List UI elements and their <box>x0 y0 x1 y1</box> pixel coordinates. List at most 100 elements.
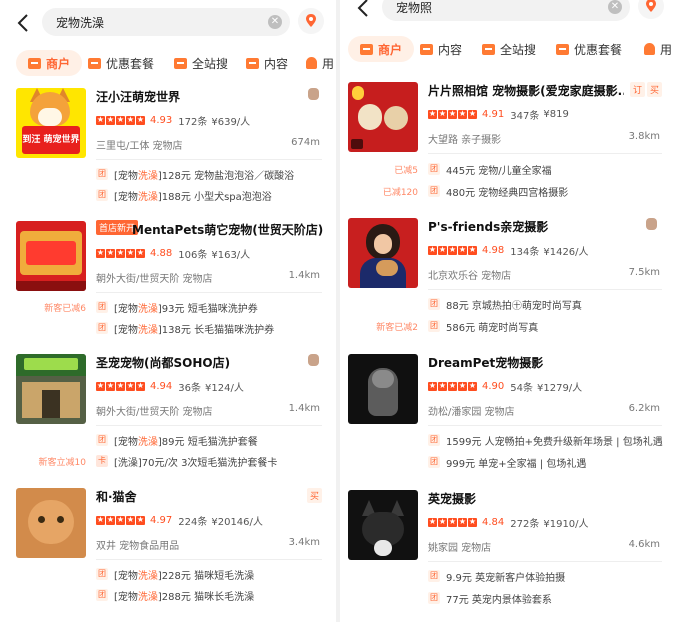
shop-photo[interactable] <box>16 488 86 558</box>
avg-price: ¥819 <box>543 108 569 120</box>
tab-site-search[interactable]: 全站搜 <box>174 50 228 76</box>
tab-merchants[interactable]: 商户 <box>348 36 415 62</box>
clear-icon[interactable]: ✕ <box>268 15 282 29</box>
buy-badge: 买 <box>307 488 323 503</box>
search-input[interactable]: 宠物照 ✕ <box>382 0 630 21</box>
tab-users[interactable]: 用 <box>644 36 672 62</box>
tab-label: 商户 <box>378 42 403 57</box>
tab-label: 商户 <box>46 56 71 71</box>
tab-label: 用 <box>660 42 673 57</box>
back-arrow-icon[interactable] <box>12 11 36 35</box>
owl-badge-icon <box>646 218 657 230</box>
deal-text: ]138元 长毛猫猫咪洗护券 <box>157 324 275 336</box>
star-rating-icon <box>428 381 478 391</box>
tab-site-search[interactable]: 全站搜 <box>482 36 536 62</box>
location-pin-icon[interactable] <box>298 8 324 34</box>
deal-highlight: 洗澡 <box>137 303 158 315</box>
shop-photo[interactable] <box>16 354 86 424</box>
deal-text: 445元 宠物/儿童全家福 <box>446 165 552 177</box>
group-buy-icon: 团 <box>428 163 440 175</box>
tab-label: 全站搜 <box>192 56 229 71</box>
tab-deals[interactable]: 优惠套餐 <box>88 50 154 76</box>
shop-photo[interactable] <box>348 490 418 560</box>
deal-item[interactable]: 团 9.9元 英宠新客户体验拍摄 <box>428 568 565 584</box>
deal-item[interactable]: 团 77元 英宠内景体验套系 <box>428 590 552 606</box>
deal-item[interactable]: 团 [宠物 洗澡]228元 猫咪短毛洗澡 <box>96 566 254 582</box>
group-buy-icon: 团 <box>96 434 108 446</box>
deal-text: ]128元 宠物盐泡泡浴／碳酸浴 <box>157 170 295 182</box>
review-count: 134条 <box>510 246 540 258</box>
tab-content[interactable]: 内容 <box>420 36 462 62</box>
rating-row: 4.94 36条 ¥124/人 <box>96 379 248 394</box>
shop-name[interactable]: 和·猫舍 <box>96 488 296 506</box>
shop-name[interactable]: P's-friends亲宠摄影 <box>428 218 628 236</box>
distance: 1.4km <box>288 270 320 281</box>
score: 4.93 <box>150 114 173 126</box>
search-input[interactable]: 宠物洗澡 ✕ <box>42 8 290 36</box>
location-pin-icon[interactable] <box>638 0 664 19</box>
shop-photo[interactable] <box>348 82 418 152</box>
group-buy-icon: 团 <box>96 322 108 334</box>
deal-text: ]188元 小型犬spa泡泡浴 <box>157 191 272 203</box>
shop-photo[interactable] <box>16 221 86 291</box>
deal-item[interactable]: 团 999元 单宠+全家福 | 包场礼遇 <box>428 454 586 470</box>
deal-item[interactable]: 团 [宠物 洗澡]93元 短毛猫咪洗护券 <box>96 299 258 315</box>
deal-item[interactable]: 团 586元 萌宠时尚写真 <box>428 318 538 334</box>
distance: 3.4km <box>288 537 320 548</box>
deal-text: ]288元 猫咪长毛洗澡 <box>157 591 255 603</box>
deal-text: ]228元 猫咪短毛洗澡 <box>157 570 255 582</box>
score: 4.90 <box>482 380 505 392</box>
deal-item[interactable]: 团 480元 宠物经典四宫格摄影 <box>428 183 568 199</box>
clear-icon[interactable]: ✕ <box>608 0 622 14</box>
tab-deals[interactable]: 优惠套餐 <box>556 36 622 62</box>
rating-row: 4.91 347条 ¥819 <box>428 107 573 122</box>
search-bar: 宠物照 ✕ <box>340 0 676 27</box>
shop-photo[interactable] <box>348 218 418 288</box>
group-buy-icon: 团 <box>428 434 440 446</box>
shop-photo[interactable]: 到汪 萌宠世界 <box>16 88 86 158</box>
group-buy-icon: 团 <box>96 589 108 601</box>
deal-item[interactable]: 卡 [洗澡]70元/次 3次短毛猫洗护套餐卡 <box>96 453 277 469</box>
deal-item[interactable]: 团 [宠物 洗澡]288元 猫咪长毛洗澡 <box>96 587 254 603</box>
shop-photo[interactable] <box>348 354 418 424</box>
rating-row: 4.84 272条 ¥1910/人 <box>428 515 593 530</box>
star-rating-icon <box>428 517 478 527</box>
tab-content[interactable]: 内容 <box>246 50 288 76</box>
tab-label: 优惠套餐 <box>574 42 623 57</box>
shop-icon <box>360 43 373 55</box>
group-buy-icon: 团 <box>428 298 440 310</box>
review-count: 106条 <box>178 249 208 261</box>
shop-meta: 北京欢乐谷 宠物店 <box>428 271 512 282</box>
deal-item[interactable]: 团 445元 宠物/儿童全家福 <box>428 161 552 177</box>
divider <box>428 289 662 290</box>
group-buy-icon: 团 <box>428 570 440 582</box>
user-icon <box>644 43 655 55</box>
back-arrow-icon[interactable] <box>352 0 376 20</box>
shop-name[interactable]: 片片照相馆 宠物摄影(爱宠家庭摄影... <box>428 82 624 100</box>
coupon-icon <box>556 43 569 55</box>
avg-price: ¥1910/人 <box>543 518 589 530</box>
shop-meta: 劲松/潘家园 宠物店 <box>428 407 515 418</box>
star-rating-icon <box>96 248 146 258</box>
tab-users[interactable]: 用 <box>306 50 334 76</box>
deal-item[interactable]: 团 [宠物 洗澡]128元 宠物盐泡泡浴／碳酸浴 <box>96 166 294 182</box>
group-buy-icon: 团 <box>428 185 440 197</box>
shop-name[interactable]: MentaPets萌它宠物(世贸天阶店) <box>132 221 332 239</box>
tab-merchants[interactable]: 商户 <box>16 50 83 76</box>
shop-name[interactable]: 汪小汪萌宠世界 <box>96 88 296 106</box>
tab-label: 优惠套餐 <box>106 56 155 71</box>
score: 4.84 <box>482 516 505 528</box>
shop-name[interactable]: 英宠摄影 <box>428 490 628 508</box>
divider <box>96 159 322 160</box>
deal-item[interactable]: 团 1599元 人宠畅拍+免费升级新年场景 | 包场礼遇 <box>428 432 663 448</box>
discount-tag: 已减120 <box>382 188 418 198</box>
shop-name[interactable]: 圣宠宠物(尚都SOHO店) <box>96 354 296 372</box>
deal-item[interactable]: 团 [宠物 洗澡]89元 短毛猫洗护套餐 <box>96 432 258 448</box>
deal-text: ]93元 短毛猫咪洗护券 <box>157 303 258 315</box>
avg-price: ¥639/人 <box>211 116 251 128</box>
shop-name[interactable]: DreamPet宠物摄影 <box>428 354 648 372</box>
deal-item[interactable]: 团 [宠物 洗澡]188元 小型犬spa泡泡浴 <box>96 187 272 203</box>
deal-item[interactable]: 团 [宠物 洗澡]138元 长毛猫猫咪洗护券 <box>96 320 274 336</box>
deal-item[interactable]: 团 88元 京城热拍㊉萌宠时尚写真 <box>428 296 582 312</box>
coupon-icon <box>88 57 101 69</box>
